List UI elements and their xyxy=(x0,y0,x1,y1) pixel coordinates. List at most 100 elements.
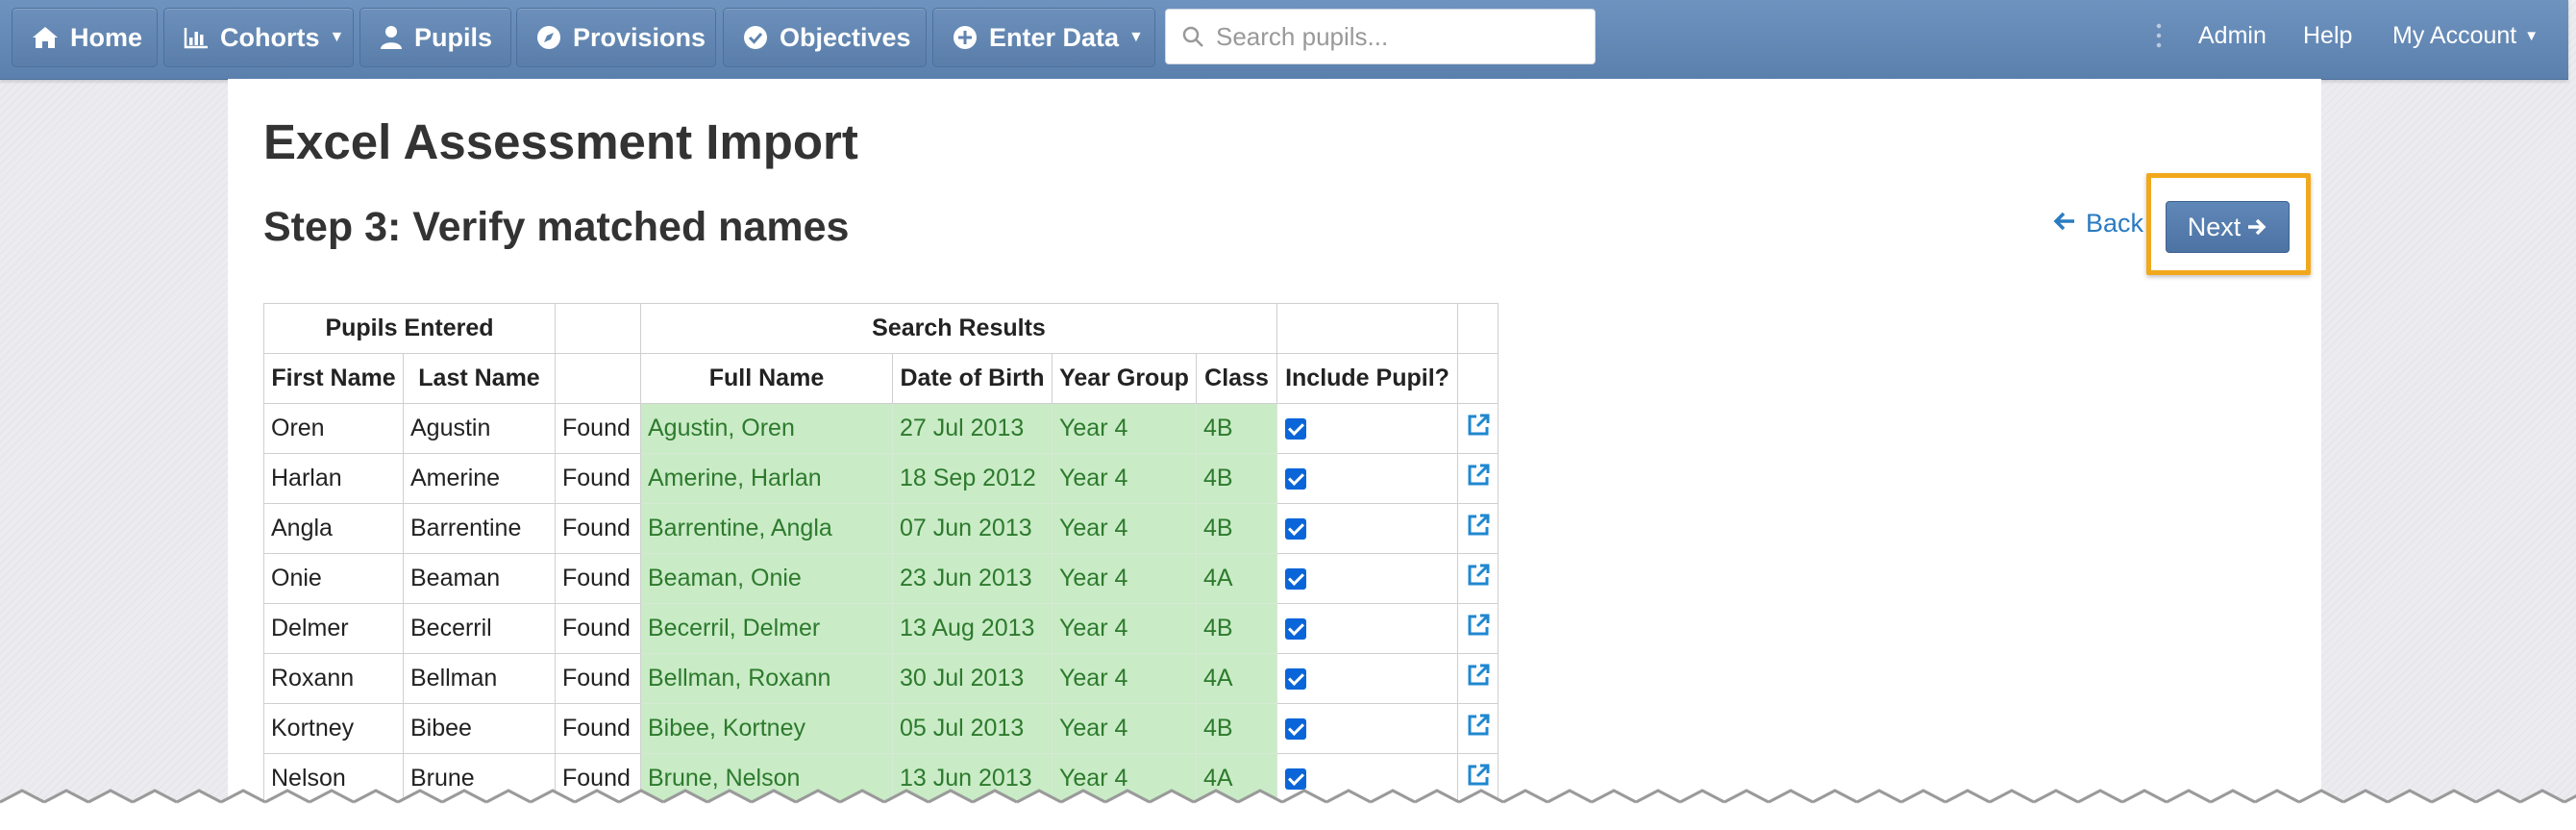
match-status-cell: Found xyxy=(555,603,641,654)
include-pupil-cell xyxy=(1276,703,1458,754)
nav-my-account-label: My Account xyxy=(2392,21,2517,49)
full-name-cell: Bellman, Roxann xyxy=(640,653,893,704)
table-row: Oren Agustin Found Agustin, Oren 27 Jul 2013… xyxy=(263,403,1499,454)
check-circle-icon xyxy=(743,24,768,51)
dob-cell: 18 Sep 2012 xyxy=(892,453,1053,504)
last-name-header: Last Name xyxy=(403,353,556,404)
class-header: Class xyxy=(1196,353,1277,404)
column-header-row: First Name Last Name Full Name Date of B… xyxy=(263,353,1499,404)
external-link-icon[interactable] xyxy=(1466,413,1491,438)
include-pupil-checkbox[interactable] xyxy=(1285,518,1306,540)
external-link-icon[interactable] xyxy=(1466,763,1491,788)
class-cell: 4B xyxy=(1196,603,1277,654)
bar-chart-icon xyxy=(184,24,209,51)
match-status-cell: Found xyxy=(555,553,641,604)
class-cell: 4B xyxy=(1196,453,1277,504)
nav-enter-data-dropdown[interactable]: Enter Data ▼ xyxy=(932,8,1155,67)
plus-circle-icon xyxy=(953,24,978,51)
last-name-cell: Becerril xyxy=(403,603,556,654)
matched-names-table: Pupils Entered Search Results First Name… xyxy=(263,303,1499,804)
last-name-cell: Barrentine xyxy=(403,503,556,554)
top-navbar: Home Cohorts ▼ Pupils Provisions Objecti… xyxy=(0,0,2568,80)
include-pupil-cell xyxy=(1276,503,1458,554)
pupil-search-box[interactable] xyxy=(1165,9,1596,64)
back-link[interactable]: Back xyxy=(2053,209,2143,239)
user-icon xyxy=(380,24,403,51)
table-row: Kortney Bibee Found Bibee, Kortney 05 Jul 20… xyxy=(263,703,1499,754)
year-group-cell: Year 4 xyxy=(1052,703,1197,754)
nav-objectives-label: Objectives xyxy=(780,22,911,52)
full-name-header: Full Name xyxy=(640,353,893,404)
next-label: Next xyxy=(2187,212,2242,241)
external-link-icon[interactable] xyxy=(1466,463,1491,488)
match-status-cell: Found xyxy=(555,653,641,704)
include-pupil-checkbox[interactable] xyxy=(1285,718,1306,740)
include-pupil-checkbox[interactable] xyxy=(1285,768,1306,790)
include-pupil-cell xyxy=(1276,603,1458,654)
full-name-cell: Beaman, Onie xyxy=(640,553,893,604)
nav-pupils-button[interactable]: Pupils xyxy=(359,8,511,67)
year-group-cell: Year 4 xyxy=(1052,403,1197,454)
include-pupil-checkbox[interactable] xyxy=(1285,418,1306,440)
class-cell: 4A xyxy=(1196,553,1277,604)
year-group-cell: Year 4 xyxy=(1052,603,1197,654)
dob-header: Date of Birth xyxy=(892,353,1053,404)
open-link-header xyxy=(1457,353,1499,404)
first-name-cell: Onie xyxy=(263,553,404,604)
nav-my-account-dropdown[interactable]: My Account ▼ xyxy=(2392,0,2539,71)
include-pupil-checkbox[interactable] xyxy=(1285,468,1306,490)
nav-objectives-button[interactable]: Objectives xyxy=(723,8,927,67)
open-pupil-cell xyxy=(1457,503,1499,554)
dob-cell: 13 Aug 2013 xyxy=(892,603,1053,654)
external-link-icon[interactable] xyxy=(1466,613,1491,638)
search-results-header: Search Results xyxy=(640,303,1277,354)
dob-cell: 05 Jul 2013 xyxy=(892,703,1053,754)
compass-icon xyxy=(536,24,561,51)
nav-provisions-button[interactable]: Provisions xyxy=(516,8,716,67)
external-link-icon[interactable] xyxy=(1466,513,1491,538)
table-row: Harlan Amerine Found Amerine, Harlan 18 Sep … xyxy=(263,453,1499,504)
first-name-header: First Name xyxy=(263,353,404,404)
nav-help-link[interactable]: Help xyxy=(2303,0,2352,71)
nav-pupils-label: Pupils xyxy=(414,22,493,52)
include-pupil-cell xyxy=(1276,403,1458,454)
step-title: Step 3: Verify matched names xyxy=(263,204,850,250)
include-pupil-checkbox[interactable] xyxy=(1285,568,1306,590)
nav-cohorts-dropdown[interactable]: Cohorts ▼ xyxy=(163,8,354,67)
class-cell: 4B xyxy=(1196,503,1277,554)
search-input[interactable] xyxy=(1214,20,1583,53)
nav-home-button[interactable]: Home xyxy=(12,8,158,67)
home-icon xyxy=(32,24,59,51)
last-name-cell: Beaman xyxy=(403,553,556,604)
external-link-icon[interactable] xyxy=(1466,563,1491,588)
table-row: Onie Beaman Found Beaman, Onie 23 Jun 2013 Ye… xyxy=(263,553,1499,604)
last-name-cell: Agustin xyxy=(403,403,556,454)
first-name-cell: Kortney xyxy=(263,703,404,754)
nav-admin-link[interactable]: Admin xyxy=(2198,0,2266,71)
open-pupil-cell xyxy=(1457,653,1499,704)
torn-edge xyxy=(0,789,2576,830)
external-link-icon[interactable] xyxy=(1466,663,1491,688)
year-group-cell: Year 4 xyxy=(1052,503,1197,554)
first-name-cell: Roxann xyxy=(263,653,404,704)
caret-down-icon: ▼ xyxy=(329,29,345,45)
match-status-cell: Found xyxy=(555,403,641,454)
next-button[interactable]: Next xyxy=(2166,201,2290,253)
full-name-cell: Bibee, Kortney xyxy=(640,703,893,754)
include-pupil-cell xyxy=(1276,653,1458,704)
dob-cell: 30 Jul 2013 xyxy=(892,653,1053,704)
first-name-cell: Harlan xyxy=(263,453,404,504)
last-name-cell: Amerine xyxy=(403,453,556,504)
include-pupil-checkbox[interactable] xyxy=(1285,668,1306,690)
open-pupil-cell xyxy=(1457,553,1499,604)
first-name-cell: Delmer xyxy=(263,603,404,654)
open-pupil-cell xyxy=(1457,703,1499,754)
page-title: Excel Assessment Import xyxy=(263,114,858,169)
include-pupil-cell xyxy=(1276,553,1458,604)
caret-down-icon: ▼ xyxy=(2524,27,2539,44)
external-link-icon[interactable] xyxy=(1466,713,1491,738)
include-pupil-checkbox[interactable] xyxy=(1285,618,1306,640)
dob-cell: 27 Jul 2013 xyxy=(892,403,1053,454)
match-status-cell: Found xyxy=(555,703,641,754)
match-status-cell: Found xyxy=(555,453,641,504)
